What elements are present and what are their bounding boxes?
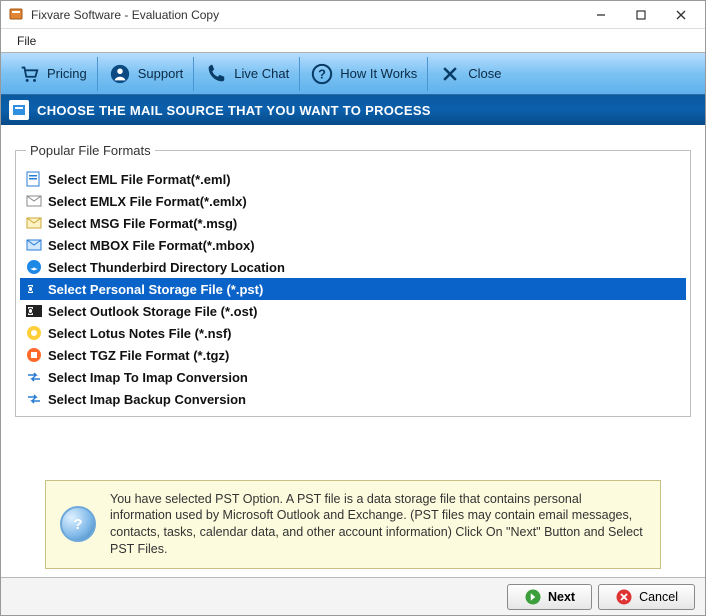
close-button[interactable] bbox=[661, 3, 701, 27]
phone-icon bbox=[204, 62, 228, 86]
toolbar: Pricing Support Live Chat ? How It Works… bbox=[1, 53, 705, 95]
next-arrow-icon bbox=[524, 588, 542, 606]
support-button[interactable]: Support bbox=[98, 57, 195, 91]
format-item-msg[interactable]: Select MSG File Format(*.msg) bbox=[20, 212, 686, 234]
next-label: Next bbox=[548, 590, 575, 604]
emlx-icon bbox=[26, 193, 42, 209]
live-chat-button[interactable]: Live Chat bbox=[194, 57, 300, 91]
mbox-icon bbox=[26, 237, 42, 253]
toolbar-close-button[interactable]: Close bbox=[428, 57, 511, 91]
format-item-label: Select Outlook Storage File (*.ost) bbox=[48, 304, 257, 319]
headset-icon bbox=[108, 62, 132, 86]
how-it-works-button[interactable]: ? How It Works bbox=[300, 57, 428, 91]
pricing-label: Pricing bbox=[47, 66, 87, 81]
format-item-label: Select Imap Backup Conversion bbox=[48, 392, 246, 407]
svg-text:O: O bbox=[27, 307, 33, 316]
info-text: You have selected PST Option. A PST file… bbox=[110, 491, 646, 559]
cancel-button[interactable]: Cancel bbox=[598, 584, 695, 610]
footer: Next Cancel bbox=[1, 577, 705, 615]
format-item-emlx[interactable]: Select EMLX File Format(*.emlx) bbox=[20, 190, 686, 212]
format-item-thunderbird[interactable]: Select Thunderbird Directory Location bbox=[20, 256, 686, 278]
source-icon bbox=[9, 100, 29, 120]
format-item-label: Select MSG File Format(*.msg) bbox=[48, 216, 237, 231]
section-title-label: CHOOSE THE MAIL SOURCE THAT YOU WANT TO … bbox=[37, 103, 431, 118]
info-icon: ? bbox=[60, 506, 96, 542]
formats-legend: Popular File Formats bbox=[26, 143, 155, 158]
format-item-label: Select MBOX File Format(*.mbox) bbox=[48, 238, 255, 253]
pricing-button[interactable]: Pricing bbox=[7, 57, 98, 91]
format-item-pst[interactable]: O Select Personal Storage File (*.pst) bbox=[20, 278, 686, 300]
svg-text:O: O bbox=[27, 285, 33, 294]
window-controls bbox=[581, 3, 701, 27]
app-icon bbox=[9, 7, 25, 23]
imap2imap-icon bbox=[26, 369, 42, 385]
window-title: Fixvare Software - Evaluation Copy bbox=[31, 8, 581, 22]
maximize-button[interactable] bbox=[621, 3, 661, 27]
menu-file[interactable]: File bbox=[11, 32, 42, 50]
how-it-works-label: How It Works bbox=[340, 66, 417, 81]
format-item-tgz[interactable]: Select TGZ File Format (*.tgz) bbox=[20, 344, 686, 366]
format-item-label: Select Lotus Notes File (*.nsf) bbox=[48, 326, 231, 341]
question-icon: ? bbox=[310, 62, 334, 86]
pst-icon: O bbox=[26, 281, 42, 297]
tgz-icon bbox=[26, 347, 42, 363]
toolbar-close-label: Close bbox=[468, 66, 501, 81]
eml-icon bbox=[26, 171, 42, 187]
titlebar: Fixvare Software - Evaluation Copy bbox=[1, 1, 705, 29]
msg-icon bbox=[26, 215, 42, 231]
format-item-nsf[interactable]: Select Lotus Notes File (*.nsf) bbox=[20, 322, 686, 344]
info-panel: ? You have selected PST Option. A PST fi… bbox=[45, 480, 661, 570]
section-title-bar: CHOOSE THE MAIL SOURCE THAT YOU WANT TO … bbox=[1, 95, 705, 125]
cancel-icon bbox=[615, 588, 633, 606]
format-item-label: Select Thunderbird Directory Location bbox=[48, 260, 285, 275]
svg-text:?: ? bbox=[73, 516, 82, 533]
format-item-label: Select EML File Format(*.eml) bbox=[48, 172, 231, 187]
next-button[interactable]: Next bbox=[507, 584, 592, 610]
menubar: File bbox=[1, 29, 705, 53]
format-item-imap2imap[interactable]: Select Imap To Imap Conversion bbox=[20, 366, 686, 388]
support-label: Support bbox=[138, 66, 184, 81]
close-icon bbox=[438, 62, 462, 86]
imapbackup-icon bbox=[26, 391, 42, 407]
formats-group: Popular File Formats Select EML File For… bbox=[15, 143, 691, 417]
format-item-label: Select EMLX File Format(*.emlx) bbox=[48, 194, 247, 209]
format-item-label: Select Imap To Imap Conversion bbox=[48, 370, 248, 385]
minimize-button[interactable] bbox=[581, 3, 621, 27]
format-item-ost[interactable]: O Select Outlook Storage File (*.ost) bbox=[20, 300, 686, 322]
live-chat-label: Live Chat bbox=[234, 66, 289, 81]
svg-text:?: ? bbox=[318, 66, 326, 81]
thunderbird-icon bbox=[26, 259, 42, 275]
format-item-mbox[interactable]: Select MBOX File Format(*.mbox) bbox=[20, 234, 686, 256]
format-item-label: Select Personal Storage File (*.pst) bbox=[48, 282, 263, 297]
format-item-imapbackup[interactable]: Select Imap Backup Conversion bbox=[20, 388, 686, 410]
nsf-icon bbox=[26, 325, 42, 341]
content-area: Popular File Formats Select EML File For… bbox=[1, 125, 705, 577]
format-item-label: Select TGZ File Format (*.tgz) bbox=[48, 348, 229, 363]
ost-icon: O bbox=[26, 303, 42, 319]
cart-icon bbox=[17, 62, 41, 86]
format-item-eml[interactable]: Select EML File Format(*.eml) bbox=[20, 168, 686, 190]
cancel-label: Cancel bbox=[639, 590, 678, 604]
